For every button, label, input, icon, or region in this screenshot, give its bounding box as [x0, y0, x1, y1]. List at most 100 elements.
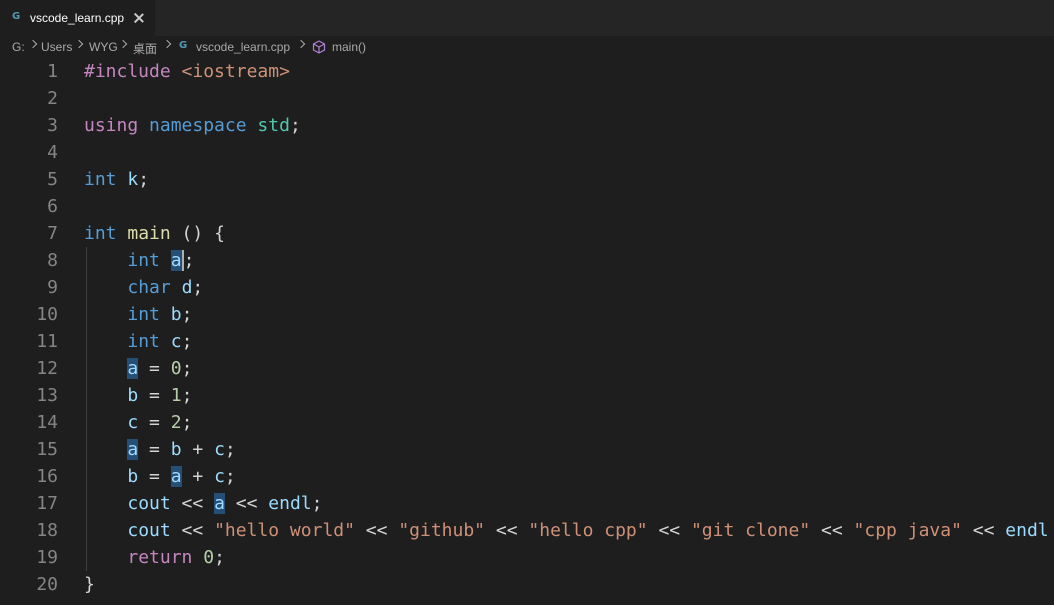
code-token: 0 [203, 547, 215, 568]
line-number: 1 [47, 61, 58, 82]
code-token: ; [181, 331, 193, 352]
breadcrumb-drive[interactable]: G: [12, 40, 25, 54]
editor-tab[interactable]: G vscode_learn.cpp [0, 0, 156, 36]
code-line[interactable]: 10 int b; [0, 301, 1054, 328]
code-token: <iostream> [181, 61, 290, 82]
code-token: << [810, 520, 854, 541]
cube-method-icon [312, 40, 326, 57]
symbol-highlight: a [170, 466, 182, 487]
code-line[interactable]: 4 [0, 139, 1054, 166]
code-line[interactable]: 14 c = 2; [0, 409, 1054, 436]
line-number: 11 [36, 331, 58, 352]
code-token: endl [1005, 520, 1049, 541]
code-token: ; [224, 466, 236, 487]
code-token: ; [311, 493, 323, 514]
line-number: 9 [47, 277, 58, 298]
code-token: #include [84, 61, 171, 82]
chevron-right-icon [74, 39, 84, 49]
code-line[interactable]: 12 a = 0; [0, 355, 1054, 382]
code-line[interactable]: 6 [0, 193, 1054, 220]
code-line[interactable]: 13 b = 1; [0, 382, 1054, 409]
chevron-right-icon [118, 39, 128, 49]
code-text: a = b + c; [84, 436, 236, 463]
code-line[interactable]: 18 cout << "hello world" << "github" << … [0, 517, 1054, 544]
code-token: ; [181, 358, 193, 379]
code-line[interactable]: 11 int c; [0, 328, 1054, 355]
code-text: } [84, 571, 95, 598]
code-token: b [127, 466, 139, 487]
code-line[interactable]: 15 a = b + c; [0, 436, 1054, 463]
code-token: ; [289, 115, 301, 136]
code-token: << [485, 520, 529, 541]
symbol-highlight: a [127, 439, 139, 460]
code-token: ; [138, 169, 150, 190]
code-text: b = 1; [84, 382, 192, 409]
close-icon[interactable] [133, 12, 145, 24]
code-line[interactable]: 5 int k; [0, 166, 1054, 193]
breadcrumb-users[interactable]: Users [41, 40, 72, 54]
line-number: 19 [36, 547, 58, 568]
breadcrumb-user[interactable]: WYG [89, 40, 118, 54]
breadcrumb-desktop[interactable]: 桌面 [133, 40, 157, 57]
code-line[interactable]: 17 cout << a << endl; [0, 490, 1054, 517]
code-token: b [127, 385, 139, 406]
code-editor[interactable]: 1 #include <iostream> 2 3 using namespace st… [0, 58, 1054, 605]
line-number: 7 [47, 223, 58, 244]
line-number: 2 [47, 88, 58, 109]
code-token: int [127, 304, 160, 325]
breadcrumb-file[interactable]: vscode_learn.cpp [196, 40, 290, 54]
symbol-highlight: a [127, 358, 139, 379]
code-token: << [170, 520, 215, 541]
line-number: 4 [47, 142, 58, 163]
tab-label: vscode_learn.cpp [30, 11, 125, 25]
code-text: cout << "hello world" << "github" << "he… [84, 517, 1049, 544]
code-token: d [181, 277, 193, 298]
code-line[interactable]: 3 using namespace std; [0, 112, 1054, 139]
code-line[interactable]: 8 int a; [0, 247, 1054, 274]
code-line[interactable]: 9 char d; [0, 274, 1054, 301]
line-number: 16 [36, 466, 58, 487]
code-line[interactable]: 2 [0, 85, 1054, 112]
code-token: c [127, 412, 139, 433]
code-token: ; [181, 412, 193, 433]
code-token: ; [183, 250, 195, 271]
code-token: main [127, 223, 171, 244]
code-text: a = 0; [84, 355, 192, 382]
code-text: int a; [84, 247, 194, 274]
code-line[interactable]: 1 #include <iostream> [0, 58, 1054, 85]
cpp-file-icon: G [179, 40, 188, 51]
line-number: 17 [36, 493, 58, 514]
code-line[interactable]: 19 return 0; [0, 544, 1054, 571]
code-line[interactable]: 20} [0, 571, 1054, 598]
breadcrumb: G: Users WYG 桌面 G vscode_learn.cpp main(… [0, 36, 1054, 58]
code-text: #include <iostream> [84, 58, 290, 85]
code-line[interactable]: 7 int main () { [0, 220, 1054, 247]
code-token: char [127, 277, 171, 298]
code-token: + [181, 439, 215, 460]
code-text: int k; [84, 166, 149, 193]
code-token: 1 [170, 385, 182, 406]
code-token: c [214, 466, 225, 487]
code-token: int [127, 250, 160, 271]
breadcrumb-symbol[interactable]: main() [332, 40, 366, 54]
code-token: return [127, 547, 193, 568]
code-token: () { [170, 223, 225, 244]
code-token: = [138, 466, 171, 487]
code-line[interactable]: 16 b = a + c; [0, 463, 1054, 490]
code-text: return 0; [84, 544, 225, 571]
code-token: 2 [170, 412, 182, 433]
